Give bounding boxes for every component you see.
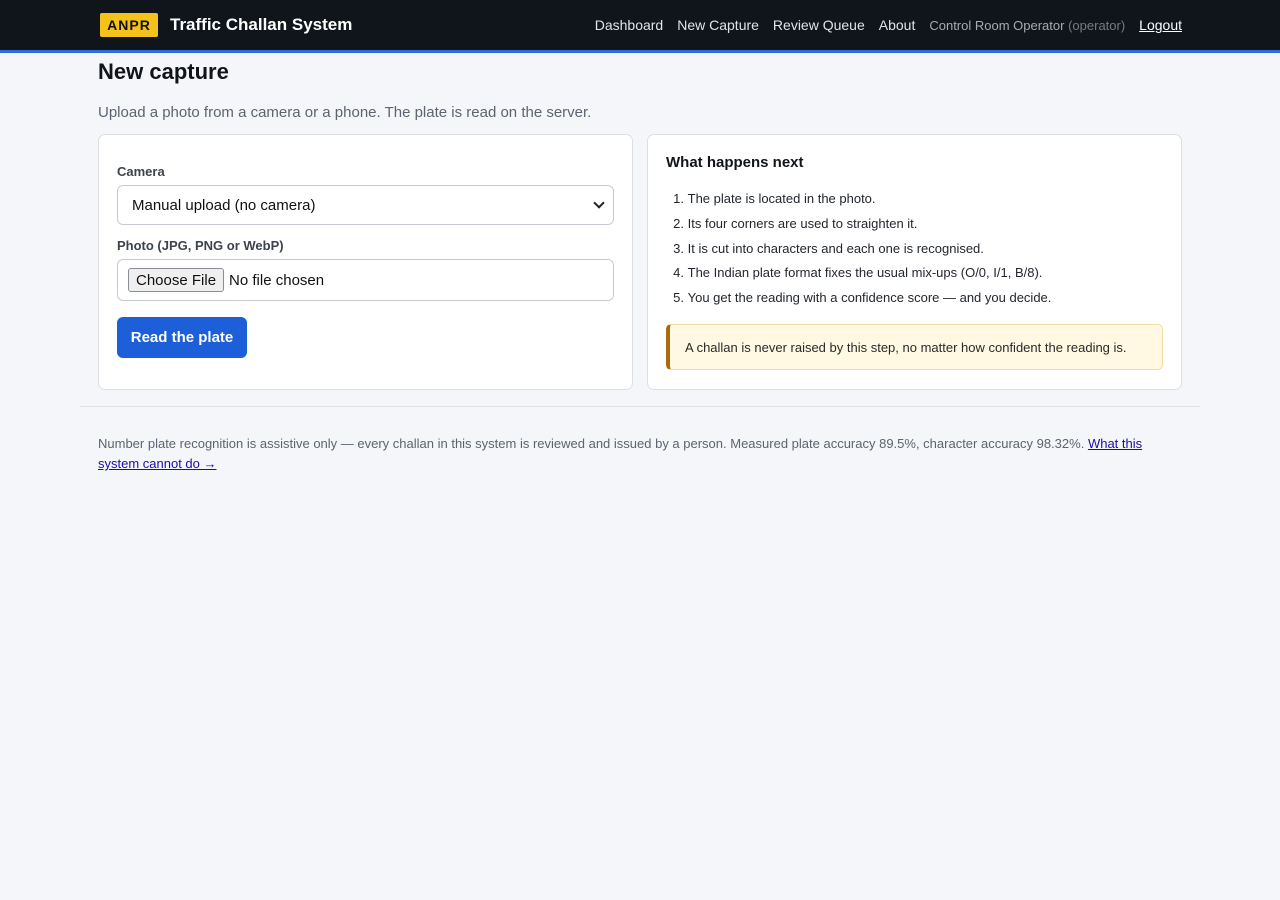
logout-link[interactable]: Logout bbox=[1139, 17, 1182, 33]
list-item: 4. The Indian plate format fixes the usu… bbox=[666, 264, 1051, 289]
chevron-down-icon bbox=[593, 197, 605, 209]
brand[interactable]: ANPR Traffic Challan System bbox=[100, 13, 352, 37]
camera-label: Camera bbox=[117, 164, 165, 179]
nav-dashboard[interactable]: Dashboard bbox=[595, 17, 664, 33]
info-heading: What happens next bbox=[666, 154, 804, 171]
page-subtitle: Upload a photo from a camera or a phone.… bbox=[98, 104, 592, 121]
camera-select-value: Manual upload (no camera) bbox=[132, 196, 316, 214]
nav-review-queue[interactable]: Review Queue bbox=[773, 17, 865, 33]
choose-file-button[interactable]: Choose File bbox=[128, 268, 225, 292]
step-text: It is cut into characters and each one i… bbox=[687, 240, 984, 256]
main-nav: Dashboard New Capture Review Queue About… bbox=[581, 0, 1182, 50]
upload-form-card: Camera Manual upload (no camera) Photo (… bbox=[98, 134, 633, 390]
step-number: 3. bbox=[673, 240, 684, 256]
step-number: 4. bbox=[673, 265, 684, 281]
step-text: The Indian plate format fixes the usual … bbox=[687, 265, 1043, 281]
list-item: 5. You get the reading with a confidence… bbox=[666, 289, 1051, 314]
brand-title: Traffic Challan System bbox=[170, 15, 353, 34]
camera-select[interactable]: Manual upload (no camera) bbox=[117, 185, 614, 225]
list-item: 1. The plate is located in the photo. bbox=[666, 190, 1051, 215]
main-content: New capture Upload a photo from a camera… bbox=[98, 58, 1182, 390]
footer-text: Number plate recognition is assistive on… bbox=[98, 436, 1088, 451]
step-text: You get the reading with a confidence sc… bbox=[687, 290, 1052, 305]
step-number: 1. bbox=[673, 191, 684, 206]
list-item: 2. Its four corners are used to straight… bbox=[666, 215, 1051, 240]
photo-file-input[interactable]: Choose File No file chosen bbox=[117, 259, 614, 301]
read-plate-button[interactable]: Read the plate bbox=[117, 317, 247, 358]
nav-about[interactable]: About bbox=[879, 17, 916, 33]
photo-label: Photo (JPG, PNG or WebP) bbox=[117, 238, 284, 253]
challan-notice: A challan is never raised by this step, … bbox=[666, 324, 1163, 370]
file-status: No file chosen bbox=[229, 271, 325, 289]
top-navbar: ANPR Traffic Challan System Dashboard Ne… bbox=[0, 0, 1280, 53]
user-name: Control Room Operator bbox=[929, 17, 1065, 33]
steps-list: 1. The plate is located in the photo. 2.… bbox=[666, 190, 1051, 314]
brand-logo-badge: ANPR bbox=[100, 13, 158, 37]
nav-new-capture[interactable]: New Capture bbox=[677, 17, 759, 33]
current-user: Control Room Operator (operator) bbox=[929, 18, 1125, 33]
step-number: 2. bbox=[673, 215, 684, 231]
step-number: 5. bbox=[673, 290, 684, 305]
user-role: (operator) bbox=[1068, 17, 1126, 33]
page-title: New capture bbox=[98, 59, 229, 84]
footer-disclaimer: Number plate recognition is assistive on… bbox=[98, 434, 1178, 474]
info-card: What happens next 1. The plate is locate… bbox=[647, 134, 1182, 390]
step-text: Its four corners are used to straighten … bbox=[687, 215, 918, 231]
list-item: 3. It is cut into characters and each on… bbox=[666, 240, 1051, 265]
step-text: The plate is located in the photo. bbox=[687, 191, 876, 206]
cards-row: Camera Manual upload (no camera) Photo (… bbox=[98, 134, 1182, 390]
footer-divider bbox=[80, 406, 1200, 407]
